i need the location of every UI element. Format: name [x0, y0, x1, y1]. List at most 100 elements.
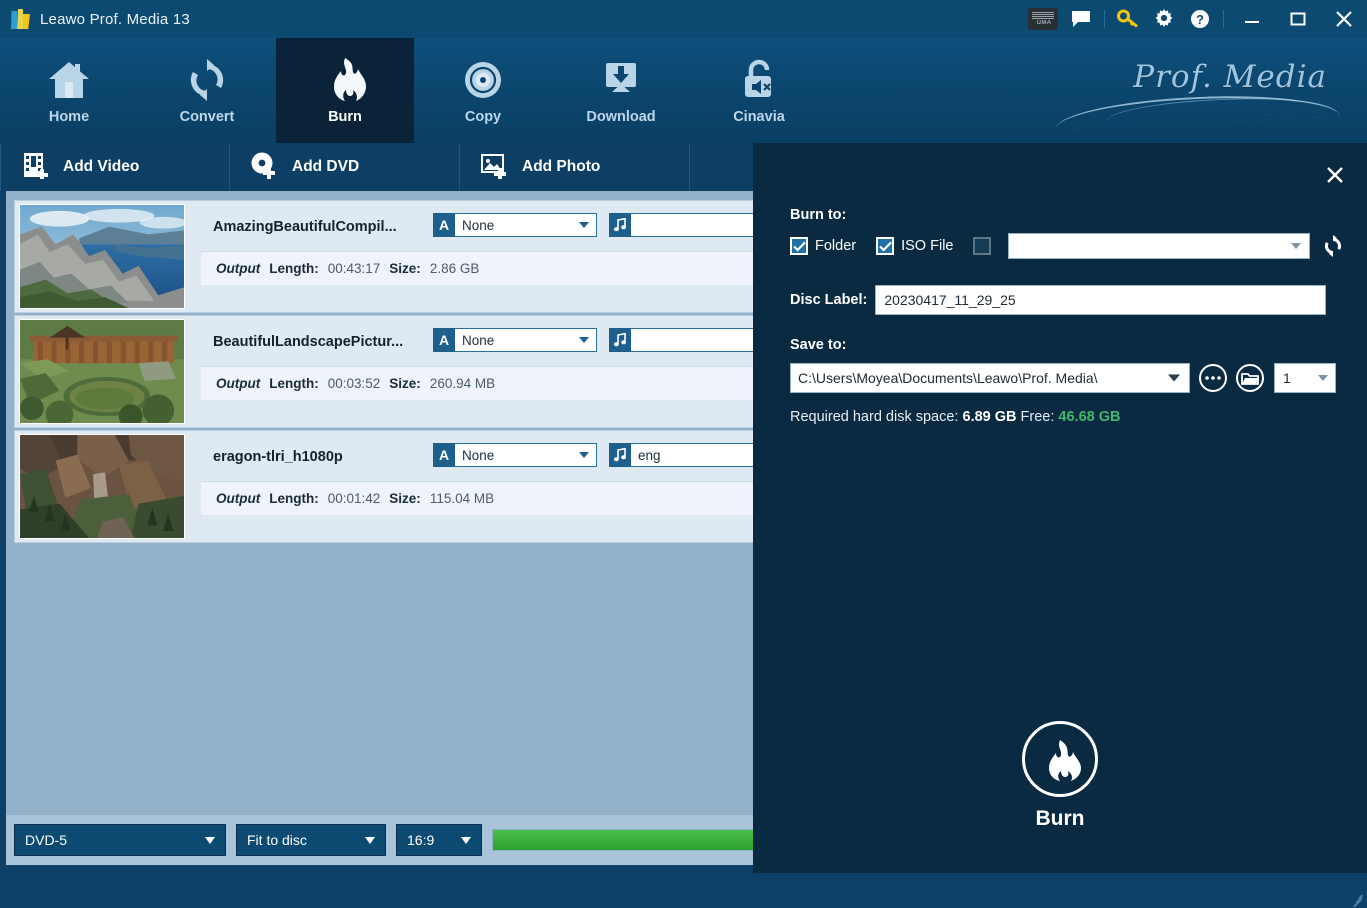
- add-photo-button[interactable]: Add Photo: [460, 143, 690, 191]
- feedback-icon[interactable]: [1063, 0, 1099, 38]
- chevron-down-icon: [579, 222, 589, 228]
- length-value: 00:43:17: [328, 261, 381, 276]
- chevron-down-icon: [1168, 375, 1180, 382]
- list-item-details: eragon-tlri_h1080p A None eng: [185, 431, 758, 542]
- burn-button[interactable]: Burn: [753, 721, 1367, 831]
- disc-label-row: Disc Label: 20230417_11_29_25: [790, 285, 1347, 315]
- nav-label: Cinavia: [733, 109, 785, 125]
- chevron-down-icon: [579, 337, 589, 343]
- panel-close-icon[interactable]: [1317, 157, 1353, 193]
- length-key: Length:: [269, 376, 319, 391]
- nav-item-download[interactable]: Download: [552, 38, 690, 143]
- app-window: Leawo Prof. Media 13 AMD: [0, 0, 1367, 908]
- title-bar: Leawo Prof. Media 13 AMD: [0, 0, 1367, 38]
- space-required-label: Required hard disk space:: [790, 409, 958, 425]
- amd-badge-icon[interactable]: AMD: [1027, 0, 1063, 38]
- audio-icon: [609, 213, 631, 237]
- resize-grip[interactable]: [1351, 892, 1365, 906]
- copies-select[interactable]: 1: [1274, 363, 1336, 393]
- subtitle-value: None: [462, 218, 494, 233]
- subtitle-value-box[interactable]: None: [455, 443, 597, 467]
- nav-item-convert[interactable]: Convert: [138, 38, 276, 143]
- add-photo-label: Add Photo: [522, 158, 600, 176]
- audio-icon: [609, 443, 631, 467]
- disc-capacity-bar: [492, 829, 760, 851]
- add-video-button[interactable]: Add Video: [0, 143, 230, 191]
- folder-checkbox[interactable]: [790, 237, 808, 255]
- save-to-row: C:\Users\Moyea\Documents\Leawo\Prof. Med…: [790, 363, 1347, 393]
- subtitle-value-box[interactable]: None: [455, 328, 597, 352]
- disc-drive-select[interactable]: [1008, 233, 1310, 259]
- burn-button-label: Burn: [1036, 807, 1085, 831]
- file-list: AmazingBeautifulCompil... A None: [14, 200, 759, 545]
- disc-capacity-fill: [493, 830, 759, 850]
- audio-value: eng: [638, 448, 661, 463]
- aspect-ratio-select[interactable]: 16:9: [396, 824, 482, 856]
- nav-item-copy[interactable]: Copy: [414, 38, 552, 143]
- list-item[interactable]: BeautifulLandscapePictur... A None: [14, 315, 759, 428]
- output-word: Output: [216, 491, 260, 506]
- space-free-value: 46.68 GB: [1058, 409, 1120, 425]
- quality-select[interactable]: Fit to disc: [236, 824, 386, 856]
- file-title: AmazingBeautifulCompil...: [213, 219, 397, 235]
- nav-item-cinavia[interactable]: Cinavia: [690, 38, 828, 143]
- disc-type-select[interactable]: DVD-5: [14, 824, 226, 856]
- minimize-icon[interactable]: [1229, 0, 1275, 38]
- space-free-label: Free:: [1021, 409, 1055, 425]
- save-path-select[interactable]: C:\Users\Moyea\Documents\Leawo\Prof. Med…: [790, 363, 1190, 393]
- size-key: Size:: [389, 491, 421, 506]
- film-plus-icon: [21, 151, 49, 184]
- divider: [1104, 10, 1105, 28]
- quality-value: Fit to disc: [247, 832, 307, 848]
- disc-label-label: Disc Label:: [790, 292, 867, 308]
- list-item[interactable]: AmazingBeautifulCompil... A None: [14, 200, 759, 313]
- subtitle-icon: A: [433, 213, 455, 237]
- gear-icon[interactable]: [1146, 0, 1182, 38]
- add-dvd-button[interactable]: Add DVD: [230, 143, 460, 191]
- nav-item-burn[interactable]: Burn: [276, 38, 414, 143]
- disc-plus-icon: [250, 151, 278, 184]
- audio-icon: [609, 328, 631, 352]
- disc-type-value: DVD-5: [25, 832, 67, 848]
- subtitle-select[interactable]: A None: [433, 443, 597, 467]
- subtitle-icon: A: [433, 443, 455, 467]
- folder-label: Folder: [815, 238, 856, 254]
- output-word: Output: [216, 376, 260, 391]
- length-value: 00:03:52: [328, 376, 381, 391]
- size-value: 2.86 GB: [430, 261, 480, 276]
- disc-label-value: 20230417_11_29_25: [884, 292, 1015, 308]
- length-key: Length:: [269, 261, 319, 276]
- photo-plus-icon: [480, 151, 508, 184]
- nav-label: Download: [586, 109, 655, 125]
- status-strip: [0, 865, 1367, 908]
- subtitle-value-box[interactable]: None: [455, 213, 597, 237]
- home-icon: [46, 57, 92, 103]
- brand-logo: Prof. Media: [1045, 51, 1345, 131]
- maximize-icon[interactable]: [1275, 0, 1321, 38]
- size-key: Size:: [389, 376, 421, 391]
- disc-label-input[interactable]: 20230417_11_29_25: [875, 285, 1326, 315]
- disc-icon: [461, 57, 505, 103]
- disc-drive-checkbox[interactable]: [973, 237, 991, 255]
- chevron-down-icon: [1291, 243, 1301, 249]
- key-icon[interactable]: [1110, 0, 1146, 38]
- add-video-label: Add Video: [63, 158, 139, 176]
- help-icon[interactable]: ?: [1182, 0, 1218, 38]
- ellipsis-icon[interactable]: [1199, 364, 1227, 392]
- close-icon[interactable]: [1321, 0, 1367, 38]
- thumbnail-canyon-waterfall: [19, 434, 185, 539]
- iso-checkbox[interactable]: [876, 237, 894, 255]
- list-item[interactable]: eragon-tlri_h1080p A None eng: [14, 430, 759, 543]
- burn-to-row: Folder ISO File: [790, 233, 1347, 259]
- nav-label: Burn: [328, 109, 362, 125]
- refresh-icon[interactable]: [1322, 235, 1344, 257]
- subtitle-select[interactable]: A None: [433, 328, 597, 352]
- subtitle-select[interactable]: A None: [433, 213, 597, 237]
- folder-open-icon[interactable]: [1236, 364, 1264, 392]
- convert-icon: [185, 57, 229, 103]
- subtitle-value: None: [462, 448, 494, 463]
- main-nav: Home Convert Burn: [0, 38, 1367, 143]
- file-title: BeautifulLandscapePictur...: [213, 334, 403, 350]
- nav-label: Convert: [180, 109, 235, 125]
- nav-item-home[interactable]: Home: [0, 38, 138, 143]
